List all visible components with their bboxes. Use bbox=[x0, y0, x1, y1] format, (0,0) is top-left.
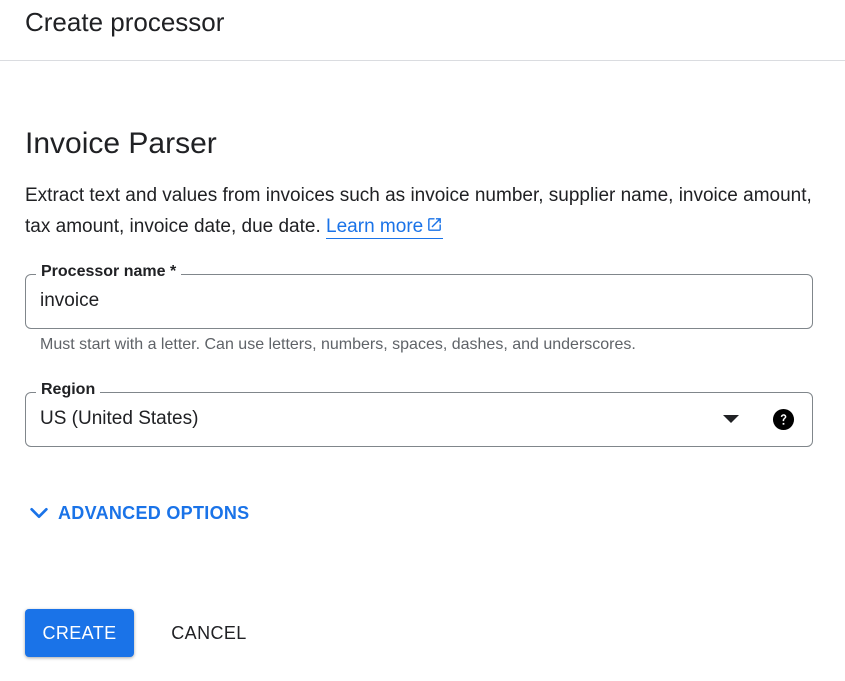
processor-name-input[interactable]: invoice bbox=[40, 290, 99, 312]
advanced-options-label: ADVANCED OPTIONS bbox=[58, 502, 250, 523]
learn-more-link[interactable]: Learn more bbox=[326, 216, 444, 239]
advanced-options-toggle[interactable]: ADVANCED OPTIONS bbox=[28, 502, 249, 524]
processor-name-field[interactable]: Processor name * invoice bbox=[25, 262, 813, 329]
page-title: Create processor bbox=[25, 7, 225, 37]
region-value[interactable]: US (United States) bbox=[40, 408, 198, 430]
processor-description: Extract text and values from invoices su… bbox=[25, 180, 815, 242]
dropdown-arrow-icon[interactable] bbox=[723, 415, 739, 423]
create-button[interactable]: CREATE bbox=[25, 609, 134, 657]
processor-name-hint: Must start with a letter. Can use letter… bbox=[40, 336, 636, 353]
cancel-button[interactable]: CANCEL bbox=[154, 609, 264, 657]
region-select[interactable]: Region US (United States) bbox=[25, 380, 813, 447]
processor-title: Invoice Parser bbox=[25, 127, 217, 160]
external-link-icon bbox=[428, 218, 442, 231]
processor-name-label: Processor name * bbox=[36, 262, 182, 282]
chevron-down-icon bbox=[30, 507, 48, 519]
region-label: Region bbox=[36, 380, 101, 400]
page-header: Create processor bbox=[0, 0, 845, 61]
help-icon[interactable] bbox=[772, 408, 795, 431]
learn-more-label: Learn more bbox=[326, 216, 424, 237]
